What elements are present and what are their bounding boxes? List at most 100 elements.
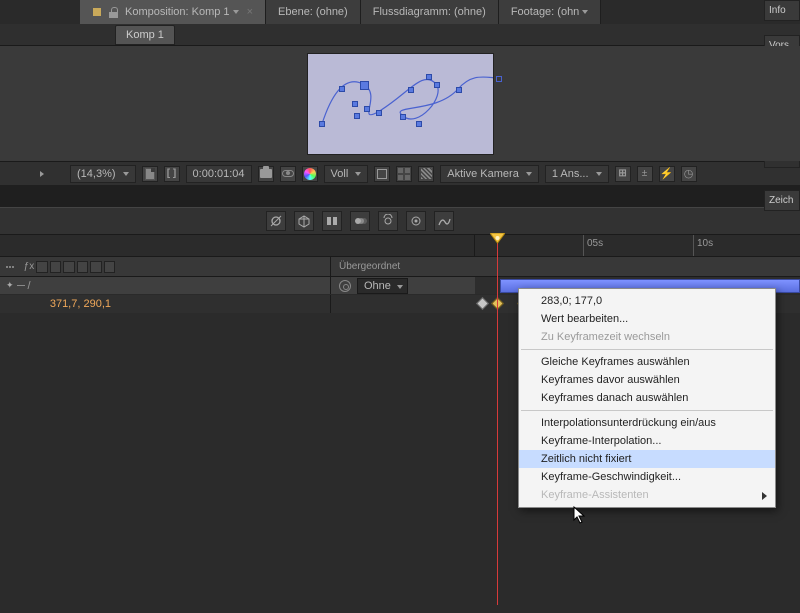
switch-col[interactable] — [36, 261, 47, 273]
tab-composition[interactable]: Komposition: Komp 1 × — [80, 0, 266, 24]
grid-icon — [398, 168, 410, 180]
timeline-toggle-button[interactable]: ◷ — [681, 166, 697, 182]
timecode-display[interactable]: 0:00:01:04 — [186, 165, 252, 183]
snapshot-button[interactable] — [258, 166, 274, 182]
parent-dropdown[interactable]: Ohne — [357, 278, 408, 294]
tab-footage[interactable]: Footage: (ohn — [499, 0, 602, 24]
ctx-interp-suppress[interactable]: Interpolationsunterdrückung ein/aus — [519, 414, 775, 432]
ctx-edit-value[interactable]: Wert bearbeiten... — [519, 310, 775, 328]
clock-icon: ◷ — [684, 167, 694, 180]
dropdown-quality[interactable]: Voll — [324, 165, 369, 183]
shy-button[interactable] — [266, 211, 286, 231]
hatch-icon — [421, 168, 432, 179]
tab-label: Komposition: Komp 1 — [125, 6, 230, 18]
chevron-down-icon — [596, 172, 602, 176]
ctx-kf-interpolation[interactable]: Keyframe-Interpolation... — [519, 432, 775, 450]
path-node[interactable] — [400, 114, 406, 120]
ctx-goto-time: Zu Keyframezeit wechseln — [519, 328, 775, 346]
current-time-indicator[interactable] — [497, 235, 498, 605]
page-icon — [145, 168, 155, 180]
separator — [521, 410, 773, 411]
path-node[interactable] — [319, 121, 325, 127]
cursor-icon — [573, 506, 587, 524]
fast-preview-button[interactable]: ⚡ — [659, 166, 675, 182]
path-node[interactable] — [360, 81, 369, 90]
brackets-icon: [ ] — [167, 168, 176, 179]
brainstorm-button[interactable] — [378, 211, 398, 231]
autokey-button[interactable] — [406, 211, 426, 231]
tab-layer[interactable]: Ebene: (ohne) — [266, 0, 361, 24]
ctx-kf-assistants[interactable]: Keyframe-Assistenten — [519, 486, 775, 504]
time-ruler[interactable]: 05s 10s — [0, 235, 800, 257]
chevron-down-icon — [123, 172, 129, 176]
motionblur-button[interactable] — [350, 211, 370, 231]
pickwhip-icon[interactable] — [339, 280, 351, 292]
dropdown-views[interactable]: 1 Ans... — [545, 165, 609, 183]
ctx-kf-velocity[interactable]: Keyframe-Geschwindigkeit... — [519, 468, 775, 486]
rect-icon — [377, 169, 387, 179]
ctx-value-readout[interactable]: 283,0; 177,0 — [519, 292, 775, 310]
panel-tab-info[interactable]: Info — [764, 0, 800, 21]
grid-button[interactable] — [396, 166, 412, 182]
panel-tab-draw[interactable]: Zeich — [764, 190, 800, 211]
mask-vis-button[interactable] — [374, 166, 390, 182]
tab-label: Footage: (ohn — [511, 6, 580, 18]
ctx-select-prev[interactable]: Keyframes davor auswählen — [519, 371, 775, 389]
ctx-rove-across-time[interactable]: Zeitlich nicht fixiert — [519, 450, 775, 468]
graph-button[interactable] — [434, 211, 454, 231]
parent-value: Ohne — [364, 280, 391, 292]
motion-path — [308, 54, 493, 154]
frameblend-button[interactable] — [322, 211, 342, 231]
switch-col[interactable] — [90, 261, 101, 273]
eye-icon — [282, 170, 294, 177]
separator — [521, 349, 773, 350]
path-node[interactable] — [352, 101, 358, 107]
path-node[interactable] — [408, 87, 414, 93]
lock-icon — [108, 7, 119, 18]
path-node[interactable] — [416, 121, 422, 127]
path-node[interactable] — [456, 87, 462, 93]
tab-flowchart[interactable]: Flussdiagramm: (ohne) — [361, 0, 499, 24]
parent-column-header: Übergeordnet — [330, 257, 475, 276]
pixel-ar-button[interactable]: ± — [637, 166, 653, 182]
show-snapshot-button[interactable] — [280, 166, 296, 182]
path-node[interactable] — [496, 76, 502, 82]
resolution-button[interactable] — [142, 166, 158, 182]
viewer-controls-bar: (14,3%) [ ] 0:00:01:04 Voll Aktive Kamer… — [0, 161, 800, 185]
dropdown-zoom[interactable]: (14,3%) — [70, 165, 136, 183]
switch-col[interactable] — [77, 261, 88, 273]
dropdown-camera[interactable]: Aktive Kamera — [440, 165, 539, 183]
fx-label: ƒx — [24, 261, 35, 272]
path-node[interactable] — [354, 113, 360, 119]
close-icon[interactable]: × — [247, 6, 253, 18]
play-icon[interactable] — [40, 171, 44, 177]
comp-icon — [92, 7, 102, 17]
switch-col[interactable] — [104, 261, 115, 273]
path-node[interactable] — [426, 74, 432, 80]
cti-head[interactable] — [490, 233, 505, 248]
keyframe[interactable] — [476, 297, 489, 310]
path-node[interactable] — [339, 86, 345, 92]
bracket-button[interactable]: ⊞ — [615, 166, 631, 182]
keyframe-context-menu: 283,0; 177,0 Wert bearbeiten... Zu Keyfr… — [518, 288, 776, 508]
switch-col[interactable] — [50, 261, 61, 273]
layer-columns-header: ƒx Übergeordnet — [0, 257, 800, 277]
comp-subtab[interactable]: Komp 1 — [115, 25, 175, 45]
chevron-down-icon — [397, 285, 403, 289]
ctx-select-same[interactable]: Gleiche Keyframes auswählen — [519, 353, 775, 371]
path-node[interactable] — [376, 110, 382, 116]
guides-button[interactable] — [418, 166, 434, 182]
color-mgmt-button[interactable] — [302, 166, 318, 182]
tab-label: Flussdiagramm: (ohne) — [373, 6, 486, 18]
3d-button[interactable] — [294, 211, 314, 231]
chevron-down-icon — [233, 10, 239, 14]
comp-canvas[interactable] — [308, 54, 493, 154]
ctx-select-next[interactable]: Keyframes danach auswählen — [519, 389, 775, 407]
property-value[interactable]: 371,7, 290,1 — [50, 298, 111, 310]
composition-viewer[interactable] — [0, 46, 800, 161]
path-node[interactable] — [364, 106, 370, 112]
region-button[interactable]: [ ] — [164, 166, 180, 182]
ruler-tick: 05s — [583, 235, 603, 256]
path-node[interactable] — [434, 82, 440, 88]
switch-col[interactable] — [63, 261, 74, 273]
